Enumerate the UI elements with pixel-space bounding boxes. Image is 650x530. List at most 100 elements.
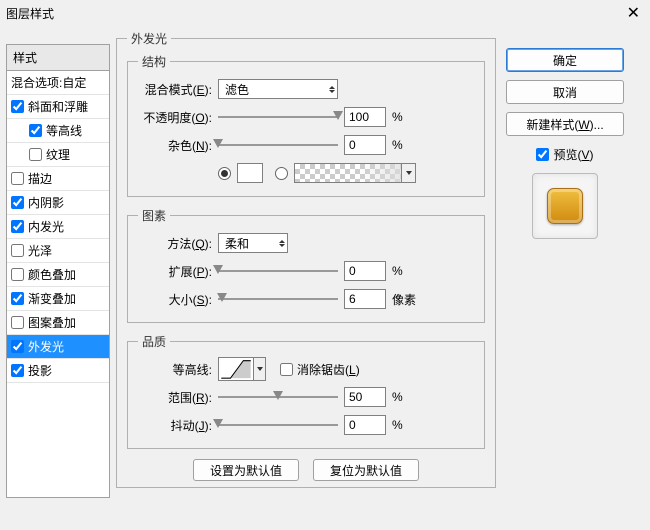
sidebar-item-1[interactable]: 斜面和浮雕 (7, 95, 109, 119)
sidebar-item-11[interactable]: 外发光 (7, 335, 109, 359)
size-slider[interactable] (218, 292, 338, 306)
right-panel: 确定 取消 新建样式(W)... 预览(V) (502, 26, 634, 498)
gradient-dropdown-icon[interactable] (402, 163, 416, 183)
sidebar-item-label: 内阴影 (28, 194, 64, 211)
sidebar-item-label: 描边 (28, 170, 52, 187)
sidebar-item-label: 颜色叠加 (28, 266, 76, 283)
noise-input[interactable] (344, 135, 386, 155)
preview-checkbox[interactable] (536, 148, 549, 161)
sidebar-item-checkbox[interactable] (11, 172, 24, 185)
method-combo[interactable]: 柔和 (218, 233, 288, 253)
styles-sidebar: 样式 混合选项:自定斜面和浮雕等高线纹理描边内阴影内发光光泽颜色叠加渐变叠加图案… (6, 44, 110, 498)
sidebar-item-label: 光泽 (28, 242, 52, 259)
sidebar-item-label: 外发光 (28, 338, 64, 355)
ok-button[interactable]: 确定 (506, 48, 624, 72)
sidebar-item-checkbox[interactable] (11, 340, 24, 353)
size-unit: 像素 (392, 291, 416, 308)
sidebar-item-label: 等高线 (46, 122, 82, 139)
contour-label: 等高线: (138, 361, 218, 378)
spread-unit: % (392, 264, 403, 278)
sidebar-item-label: 混合选项:自定 (11, 74, 86, 91)
element-legend: 图素 (138, 207, 170, 224)
sidebar-item-checkbox[interactable] (11, 364, 24, 377)
element-group: 图素 方法(Q): 柔和 扩展(P): (127, 207, 485, 323)
jitter-input[interactable] (344, 415, 386, 435)
jitter-slider[interactable] (218, 418, 338, 432)
range-input[interactable] (344, 387, 386, 407)
sidebar-item-7[interactable]: 光泽 (7, 239, 109, 263)
jitter-unit: % (392, 418, 403, 432)
sidebar-item-6[interactable]: 内发光 (7, 215, 109, 239)
noise-label: 杂色(N): (138, 137, 218, 154)
opacity-unit: % (392, 110, 403, 124)
spread-input[interactable] (344, 261, 386, 281)
sidebar-item-checkbox[interactable] (29, 148, 42, 161)
sidebar-item-10[interactable]: 图案叠加 (7, 311, 109, 335)
sidebar-item-12[interactable]: 投影 (7, 359, 109, 383)
sidebar-item-label: 内发光 (28, 218, 64, 235)
sidebar-item-4[interactable]: 描边 (7, 167, 109, 191)
chevron-updown-icon (279, 240, 285, 247)
sidebar-item-checkbox[interactable] (11, 268, 24, 281)
quality-group: 品质 等高线: 消除锯齿(L) (127, 333, 485, 449)
close-icon[interactable]: ✕ (627, 3, 640, 23)
sidebar-item-label: 渐变叠加 (28, 290, 76, 307)
spread-slider[interactable] (218, 264, 338, 278)
range-slider[interactable] (218, 390, 338, 404)
antialias-checkbox[interactable] (280, 363, 293, 376)
outer-glow-panel: 外发光 结构 混合模式(E): 滤色 不透明度(O): (110, 26, 502, 498)
opacity-label: 不透明度(O): (138, 109, 218, 126)
gradient-radio[interactable] (275, 167, 288, 180)
sidebar-item-checkbox[interactable] (11, 316, 24, 329)
sidebar-item-9[interactable]: 渐变叠加 (7, 287, 109, 311)
sidebar-item-checkbox[interactable] (11, 100, 24, 113)
spread-label: 扩展(P): (138, 263, 218, 280)
sidebar-item-checkbox[interactable] (29, 124, 42, 137)
noise-unit: % (392, 138, 403, 152)
preview-icon (547, 188, 583, 224)
panel-title: 外发光 (127, 30, 171, 47)
noise-slider[interactable] (218, 138, 338, 152)
structure-group: 结构 混合模式(E): 滤色 不透明度(O): (127, 53, 485, 197)
dialog-title: 图层样式 (6, 5, 54, 22)
sidebar-item-8[interactable]: 颜色叠加 (7, 263, 109, 287)
chevron-updown-icon (329, 86, 335, 93)
sidebar-item-checkbox[interactable] (11, 244, 24, 257)
preview-thumbnail (532, 173, 598, 239)
sidebar-item-label: 纹理 (46, 146, 70, 163)
blend-mode-combo[interactable]: 滤色 (218, 79, 338, 99)
sidebar-item-5[interactable]: 内阴影 (7, 191, 109, 215)
sidebar-item-checkbox[interactable] (11, 220, 24, 233)
opacity-slider[interactable] (218, 110, 338, 124)
gradient-swatch[interactable] (294, 163, 402, 183)
sidebar-item-label: 图案叠加 (28, 314, 76, 331)
structure-legend: 结构 (138, 53, 170, 70)
range-label: 范围(R): (138, 389, 218, 406)
contour-dropdown-icon[interactable] (254, 357, 266, 381)
antialias-label: 消除锯齿(L) (297, 361, 360, 378)
color-swatch[interactable] (237, 163, 263, 183)
contour-picker[interactable] (218, 357, 254, 381)
size-label: 大小(S): (138, 291, 218, 308)
sidebar-item-checkbox[interactable] (11, 292, 24, 305)
sidebar-item-2[interactable]: 等高线 (7, 119, 109, 143)
sidebar-item-3[interactable]: 纹理 (7, 143, 109, 167)
quality-legend: 品质 (138, 333, 170, 350)
method-label: 方法(Q): (138, 235, 218, 252)
make-default-button[interactable]: 设置为默认值 (193, 459, 299, 481)
jitter-label: 抖动(J): (138, 417, 218, 434)
preview-label: 预览(V) (553, 146, 593, 163)
range-unit: % (392, 390, 403, 404)
sidebar-item-0[interactable]: 混合选项:自定 (7, 71, 109, 95)
cancel-button[interactable]: 取消 (506, 80, 624, 104)
sidebar-item-checkbox[interactable] (11, 196, 24, 209)
outer-glow-fieldset: 外发光 结构 混合模式(E): 滤色 不透明度(O): (116, 30, 496, 488)
sidebar-item-label: 投影 (28, 362, 52, 379)
sidebar-item-label: 斜面和浮雕 (28, 98, 88, 115)
size-input[interactable] (344, 289, 386, 309)
new-style-button[interactable]: 新建样式(W)... (506, 112, 624, 136)
blend-mode-label: 混合模式(E): (138, 81, 218, 98)
reset-default-button[interactable]: 复位为默认值 (313, 459, 419, 481)
opacity-input[interactable] (344, 107, 386, 127)
solid-color-radio[interactable] (218, 167, 231, 180)
